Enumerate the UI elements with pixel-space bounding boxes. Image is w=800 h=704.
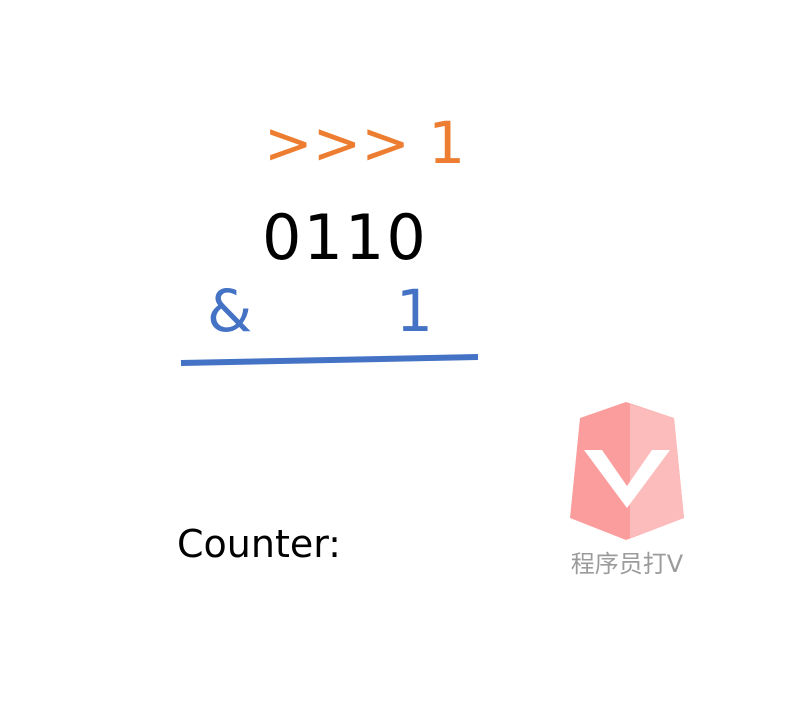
- counter-label: Counter:: [177, 522, 341, 566]
- v-shield-icon: [570, 402, 684, 540]
- result-underline: [180, 354, 479, 366]
- binary-value: 0110: [262, 201, 428, 274]
- watermark-text: 程序员打V: [570, 550, 684, 578]
- and-operator: &: [207, 277, 253, 345]
- shift-operation: >>> 1: [264, 109, 466, 177]
- mask-value: 1: [396, 277, 433, 345]
